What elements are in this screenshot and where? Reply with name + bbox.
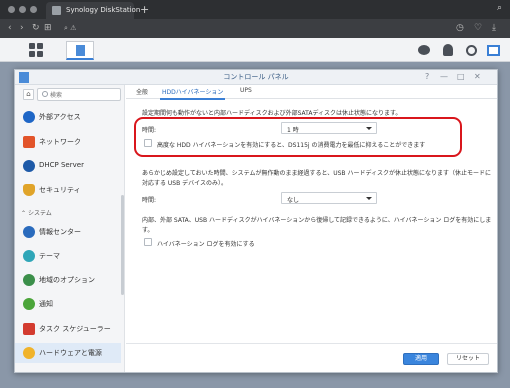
sidebar-search-input[interactable] <box>50 90 118 100</box>
tab-bar: 全般 HDDハイバネーション UPS <box>126 85 497 100</box>
search-icon[interactable] <box>463 42 479 58</box>
sidebar-item-hardware-power[interactable]: ハードウェアと電源 <box>15 343 121 363</box>
hibernation-time-value: 1 時 <box>287 127 299 134</box>
hibernation-log-checkbox[interactable] <box>144 238 152 246</box>
search-mag-icon <box>42 91 48 97</box>
hibernation-intro-text: 設定期間何も動作がないと内部ハードディスクおよび外部SATAディスクは休止状態に… <box>142 110 402 117</box>
usb-time-label: 時間: <box>142 197 157 204</box>
sidebar-item-label: セキュリティ <box>39 186 81 194</box>
reset-button[interactable]: リセット <box>447 353 489 365</box>
bulb-icon <box>23 347 35 359</box>
browser-toolbar: ‹ › ↻ ⊞ ⌕ ⚠ ◷ ♡ ⤓ <box>0 19 510 38</box>
sidebar-scrollbar[interactable] <box>121 195 124 295</box>
home-icon[interactable]: ⌂ <box>23 89 34 100</box>
control-panel-icon <box>76 45 85 56</box>
close-button[interactable]: ✕ <box>474 71 481 83</box>
address-bar[interactable]: ⌕ ⚠ <box>64 23 76 34</box>
main-content: 全般 HDDハイバネーション UPS 設定期間何も動作がないと内部ハードディスク… <box>126 85 497 372</box>
help-button[interactable]: ? <box>425 71 429 83</box>
sidebar-item-label: ハードウェアと電源 <box>39 349 102 357</box>
sidebar-section-system[interactable]: ⌃ システム <box>21 208 52 217</box>
main-menu-icon[interactable] <box>28 42 44 58</box>
tab-hdd-hibernation[interactable]: HDDハイバネーション <box>159 87 226 100</box>
usb-time-select[interactable]: なし <box>281 192 377 204</box>
sidebar-item-label: 地域のオプション <box>39 276 95 284</box>
time-label: 時間: <box>142 127 157 134</box>
dhcp-icon <box>23 160 35 172</box>
sidebar-item-dhcp-server[interactable]: DHCP Server <box>15 156 121 176</box>
sidebar-item-security[interactable]: セキュリティ <box>15 180 121 200</box>
sidebar-item-info-center[interactable]: 情報センター <box>15 222 121 242</box>
widgets-icon[interactable] <box>485 42 501 58</box>
sidebar-item-label: DHCP Server <box>39 161 84 169</box>
sidebar-item-network[interactable]: ネットワーク <box>15 132 121 152</box>
reload-icon[interactable]: ↻ <box>32 21 40 36</box>
palette-icon <box>23 250 35 262</box>
sidebar-item-label: 外部アクセス <box>39 113 81 121</box>
dsm-taskbar <box>0 38 510 62</box>
apply-button[interactable]: 適用 <box>403 353 439 365</box>
heart-icon[interactable]: ♡ <box>474 21 482 36</box>
maximize-button[interactable]: □ <box>457 71 465 83</box>
hibernation-log-text: 内部、外部 SATA、USB ハードディスクがハイバネーションから復帰して記録で… <box>142 217 492 224</box>
calendar-icon <box>23 323 35 335</box>
footer-bar: 適用 リセット <box>126 343 497 372</box>
sidebar-item-label: タスク スケジューラー <box>39 325 111 333</box>
sidebar-item-notification[interactable]: 通知 <box>15 294 121 314</box>
browser-tab-bar: Synology DiskStation + ⌕ <box>0 0 510 19</box>
synology-favicon-icon <box>52 6 61 15</box>
sidebar-item-label: ネットワーク <box>39 138 81 146</box>
notification-chat-icon[interactable] <box>416 42 432 58</box>
globe-icon <box>23 111 35 123</box>
house-network-icon <box>23 136 35 148</box>
advanced-hibernation-label: 高度な HDD ハイバネーションを有効にすると、DS115j の消費電力を最低に… <box>157 142 426 149</box>
browser-tab[interactable]: Synology DiskStation <box>46 2 140 19</box>
sidebar-item-theme[interactable]: テーマ <box>15 246 121 266</box>
sidebar: ⌂ 外部アクセス ネットワーク DHCP Server セキュリティ ⌃ システ… <box>15 85 125 372</box>
usb-hibernation-text-2: 対応する USB デバイスのみ）。 <box>142 180 227 187</box>
usb-hibernation-text: あらかじめ設定しておいた時間、システムが無作動のまま経過すると、USB ハードデ… <box>142 170 492 177</box>
new-tab-button[interactable]: + <box>140 2 149 17</box>
window-titlebar[interactable]: コントロール パネル ? — □ ✕ <box>15 70 497 85</box>
warning-icon: ⚠ <box>70 24 77 32</box>
sidebar-item-label: 情報センター <box>39 228 81 236</box>
dropdown-caret-icon <box>366 197 372 200</box>
sidebar-item-task-scheduler[interactable]: タスク スケジューラー <box>15 319 121 339</box>
back-icon[interactable]: ‹ <box>8 21 12 36</box>
minimize-button[interactable]: — <box>440 71 448 83</box>
dropdown-caret-icon <box>366 127 372 130</box>
sidebar-search-field[interactable] <box>37 88 121 101</box>
sidebar-section-label: システム <box>27 210 52 217</box>
sidebar-item-regional-options[interactable]: 地域のオプション <box>15 270 121 290</box>
usb-time-value: なし <box>287 197 300 204</box>
download-icon[interactable]: ⤓ <box>492 21 496 36</box>
window-close-dot[interactable] <box>8 6 15 13</box>
hibernation-time-select[interactable]: 1 時 <box>281 122 377 134</box>
taskbar-control-panel-button[interactable] <box>66 41 94 60</box>
browser-tab-title: Synology DiskStation <box>66 6 141 14</box>
chevron-up-icon: ⌃ <box>21 210 28 217</box>
control-panel-window: コントロール パネル ? — □ ✕ ⌂ 外部アクセス ネットワーク DHCP … <box>14 69 498 373</box>
browser-search-icon[interactable]: ⌕ <box>497 3 502 13</box>
chat-icon <box>23 298 35 310</box>
advanced-hibernation-checkbox[interactable] <box>144 139 152 147</box>
forward-icon[interactable]: › <box>20 21 24 36</box>
hibernation-log-label: ハイバネーション ログを有効にする <box>157 241 255 248</box>
tab-ups[interactable]: UPS <box>240 87 252 94</box>
shield-icon <box>23 184 35 196</box>
sidebar-item-label: テーマ <box>39 252 60 260</box>
window-minimize-dot[interactable] <box>19 6 26 13</box>
info-icon <box>23 226 35 238</box>
history-icon[interactable]: ◷ <box>456 21 464 36</box>
clock-globe-icon <box>23 274 35 286</box>
user-icon[interactable] <box>440 42 456 58</box>
tab-general[interactable]: 全般 <box>136 87 148 96</box>
tabs-grid-icon[interactable]: ⊞ <box>44 21 52 36</box>
sidebar-item-label: 通知 <box>39 300 53 308</box>
sidebar-item-external-access[interactable]: 外部アクセス <box>15 107 121 127</box>
window-maximize-dot[interactable] <box>30 6 37 13</box>
hibernation-log-text-2: す。 <box>142 227 154 234</box>
